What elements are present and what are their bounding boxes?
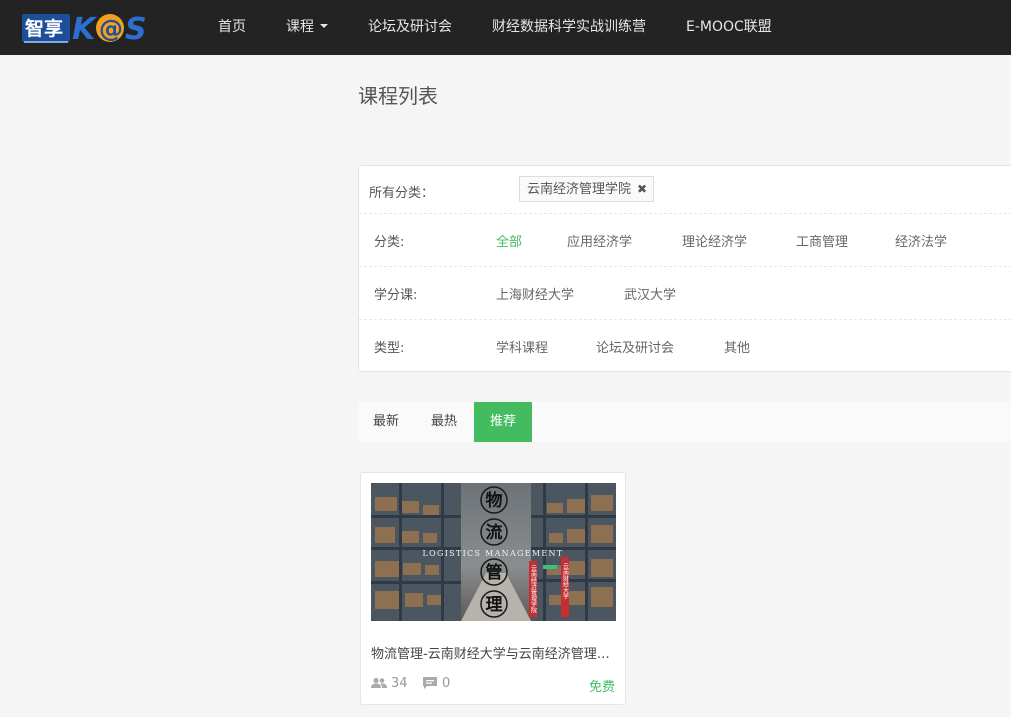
filter-category-label: 分类: <box>374 235 405 250</box>
caret-down-icon <box>320 24 328 28</box>
comment-count: 0 <box>422 676 450 692</box>
category-option-theoretical-economics[interactable]: 理论经济学 <box>682 231 747 250</box>
thumb-char-1: 物 <box>486 490 503 511</box>
category-option-all[interactable]: 全部 <box>496 231 522 250</box>
nav-emooc-label: E-MOOC联盟 <box>686 19 772 35</box>
school-option-whu[interactable]: 武汉大学 <box>624 284 676 303</box>
type-option-forums[interactable]: 论坛及研讨会 <box>596 337 674 356</box>
filter-row-type: 类型: 学科课程 论坛及研讨会 其他 <box>359 320 1011 372</box>
type-option-subject-course[interactable]: 学科课程 <box>496 337 548 356</box>
sort-tab-recommended[interactable]: 推荐 <box>474 402 532 442</box>
student-count: 34 <box>371 676 408 692</box>
svg-text:S: S <box>125 12 147 46</box>
school-option-shufe[interactable]: 上海财经大学 <box>496 284 574 303</box>
nav-forums-label: 论坛及研讨会 <box>368 19 452 35</box>
sort-tabs: 最新 最热 推荐 <box>358 402 1011 442</box>
top-navbar: 智享 K @ S 首页 课程 论坛及研讨会 财经数据科学实战训练营 E-MOOC… <box>0 0 1011 55</box>
filter-school-label: 学分课: <box>374 288 418 303</box>
nav-home-label: 首页 <box>218 19 246 35</box>
type-option-other[interactable]: 其他 <box>724 337 750 356</box>
comment-count-value: 0 <box>442 676 451 691</box>
comment-icon <box>423 676 437 689</box>
course-thumbnail[interactable]: 物 流 管 理 LOGISTICS MANAGEMENT 云南经济管理学院 云南… <box>371 483 616 621</box>
svg-text:K: K <box>72 12 98 46</box>
filter-panel: 所有分类： 云南经济管理学院 ✖ 分类: 全部 应用经济学 理论经济学 工商管理 … <box>358 165 1011 372</box>
svg-text:智享: 智享 <box>25 17 63 40</box>
filter-all-label: 所有分类： <box>369 186 435 201</box>
nav-courses-dropdown[interactable]: 课程 <box>286 0 328 55</box>
nav-home[interactable]: 首页 <box>218 0 246 55</box>
page-title: 课程列表 <box>358 84 438 108</box>
category-option-applied-economics[interactable]: 应用经济学 <box>567 231 632 250</box>
site-logo[interactable]: 智享 K @ S <box>22 8 152 47</box>
nav-bootcamp-label: 财经数据科学实战训练营 <box>492 19 646 35</box>
category-option-business-admin[interactable]: 工商管理 <box>796 231 848 250</box>
course-card[interactable]: 物 流 管 理 LOGISTICS MANAGEMENT 云南经济管理学院 云南… <box>360 472 626 705</box>
filter-row-category: 分类: 全部 应用经济学 理论经济学 工商管理 经济法学 <box>359 214 1011 267</box>
nav-forums[interactable]: 论坛及研讨会 <box>368 0 452 55</box>
thumb-banner-left: 云南经济管理学院 <box>530 565 537 614</box>
svg-text:@: @ <box>99 15 123 43</box>
nav-courses-label: 课程 <box>286 19 314 35</box>
course-title[interactable]: 物流管理-云南财经大学与云南经济管理学院 <box>371 643 616 662</box>
sort-tab-hottest[interactable]: 最热 <box>416 402 472 442</box>
nav-emooc[interactable]: E-MOOC联盟 <box>686 0 772 55</box>
thumb-char-4: 理 <box>486 595 503 615</box>
filter-row-all: 所有分类： 云南经济管理学院 ✖ <box>359 166 1011 214</box>
thumb-banner-right: 云南财经大学 <box>562 563 569 599</box>
thumb-char-3: 管 <box>486 562 503 583</box>
filter-row-school: 学分课: 上海财经大学 武汉大学 <box>359 267 1011 320</box>
selected-tag-text: 云南经济管理学院 <box>527 182 632 197</box>
nav-bootcamp[interactable]: 财经数据科学实战训练营 <box>492 0 646 55</box>
student-count-value: 34 <box>391 676 408 691</box>
thumb-char-2: 流 <box>486 522 503 543</box>
category-option-economic-law[interactable]: 经济法学 <box>895 231 947 250</box>
course-price: 免费 <box>588 680 615 695</box>
remove-tag-icon[interactable]: ✖ <box>637 177 647 201</box>
thumb-caption: LOGISTICS MANAGEMENT <box>423 549 564 558</box>
filter-type-label: 类型: <box>374 341 405 356</box>
selected-category-tag[interactable]: 云南经济管理学院 ✖ <box>519 176 655 202</box>
sort-tab-newest[interactable]: 最新 <box>358 402 414 442</box>
users-icon <box>371 677 387 688</box>
